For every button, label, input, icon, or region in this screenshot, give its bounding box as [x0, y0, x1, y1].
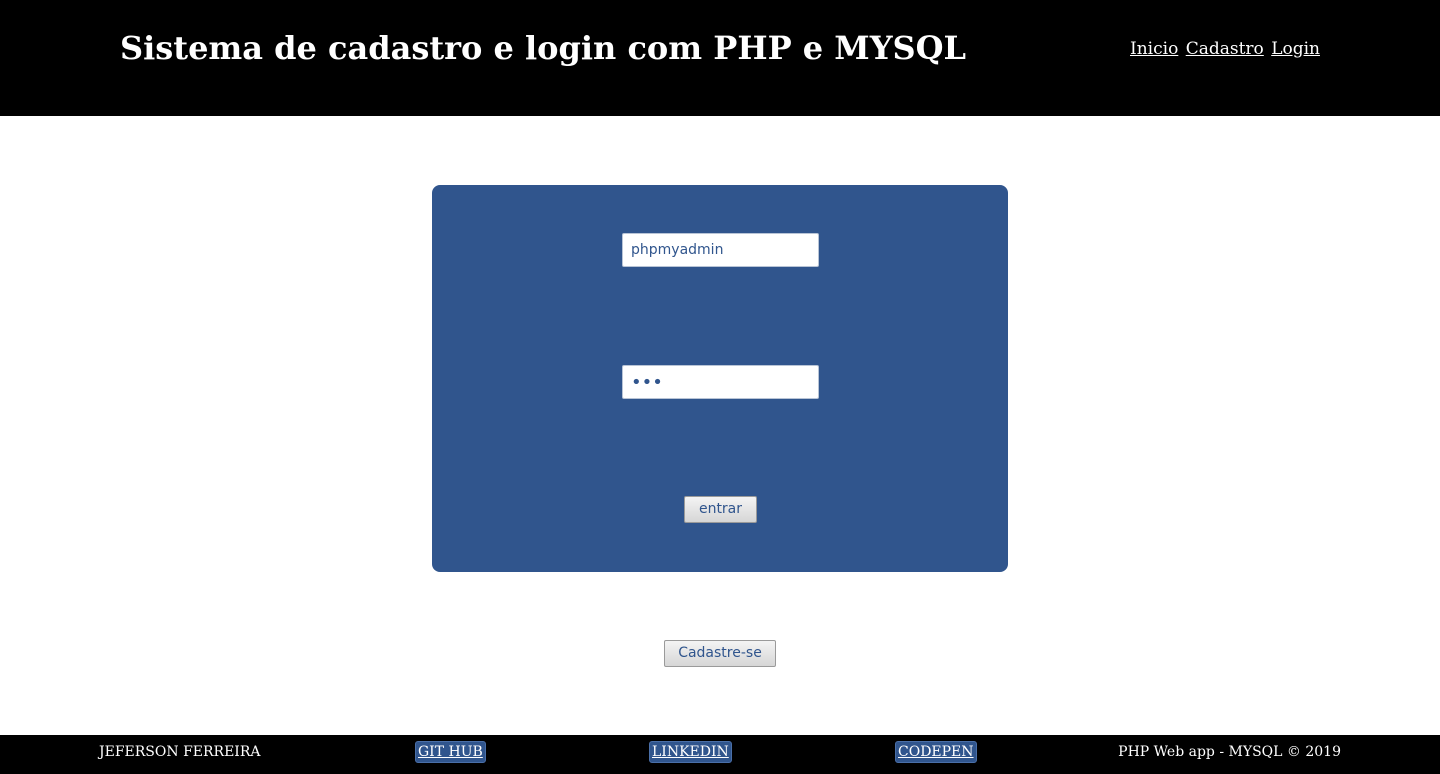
footer-copyright: PHP Web app - MYSQL © 2019	[1118, 744, 1341, 760]
footer-author: JEFERSON FERREIRA	[99, 744, 261, 760]
login-panel: entrar	[432, 185, 1008, 572]
nav-link-inicio[interactable]: Inicio	[1130, 39, 1178, 59]
register-button[interactable]: Cadastre-se	[664, 640, 776, 667]
username-input[interactable]	[622, 233, 819, 267]
footer-link-codepen[interactable]: CODEPEN	[895, 741, 977, 763]
login-submit-button[interactable]: entrar	[684, 496, 757, 523]
nav-link-login[interactable]: Login	[1271, 39, 1320, 59]
main-nav: Inicio Cadastro Login	[1128, 38, 1320, 60]
footer-link-linkedin[interactable]: LINKEDIN	[649, 741, 732, 763]
footer-link-github[interactable]: GIT HUB	[415, 741, 486, 763]
nav-link-cadastro[interactable]: Cadastro	[1186, 39, 1264, 59]
site-footer: JEFERSON FERREIRA GIT HUB LINKEDIN CODEP…	[0, 735, 1440, 774]
password-input[interactable]	[622, 365, 819, 399]
site-header: Sistema de cadastro e login com PHP e MY…	[0, 0, 1440, 116]
site-title: Sistema de cadastro e login com PHP e MY…	[120, 29, 967, 67]
